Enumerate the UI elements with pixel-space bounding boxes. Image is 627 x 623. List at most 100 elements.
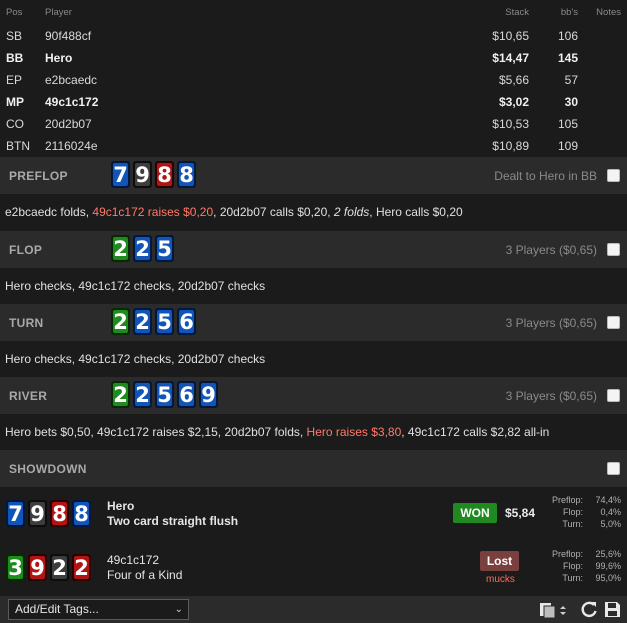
playing-card: 8 xyxy=(72,500,91,527)
player-pos: EP xyxy=(6,73,23,87)
action-line: e2bcaedc folds, 49c1c172 raises $0,20, 2… xyxy=(0,194,627,231)
player-pos: SB xyxy=(6,29,23,43)
copy-button[interactable] xyxy=(537,599,571,620)
playing-card: 5 xyxy=(155,235,174,262)
hole-cards: 7988 xyxy=(6,500,91,527)
action-text: , 20d2b07 calls $0,20, xyxy=(213,205,334,219)
copy-icon xyxy=(540,603,566,619)
col-bbs: bb's xyxy=(560,7,578,18)
player-name: Hero xyxy=(45,51,73,65)
player-stack: $10,53 xyxy=(492,117,529,131)
equity-row: Preflop: 25,6% xyxy=(531,548,621,560)
mucks-label: mucks xyxy=(486,574,515,585)
player-name: 90f488cf xyxy=(45,29,92,43)
playing-card: 6 xyxy=(177,308,196,335)
street-river: RIVER 22569 3 Players ($0,65) xyxy=(0,377,627,414)
action-text: , Hero calls $0,20 xyxy=(369,205,463,219)
board-cards: 225 xyxy=(111,235,174,262)
checkbox-icon[interactable] xyxy=(607,169,620,182)
player-pos: MP xyxy=(6,95,24,109)
playing-card: 9 xyxy=(28,500,47,527)
board-cards: 22569 xyxy=(111,381,218,408)
player-bbs: 57 xyxy=(564,73,578,87)
players-table: Pos Player Stack bb's Notes SB 90f488cf … xyxy=(0,0,627,157)
board-cards: 2256 xyxy=(111,308,196,335)
playing-card: 2 xyxy=(133,235,152,262)
checkbox-icon[interactable] xyxy=(607,316,620,329)
playing-card: 5 xyxy=(155,308,174,335)
showdown-hand-rank: Four of a Kind xyxy=(107,568,183,582)
equity-list: Preflop: 74,4% Flop: 0,4% Turn: 5,0% xyxy=(531,494,621,530)
players-header: Pos Player Stack bb's Notes xyxy=(0,0,627,26)
checkbox-icon[interactable] xyxy=(607,462,620,475)
playing-card: 9 xyxy=(28,554,47,581)
street-flop: FLOP 225 3 Players ($0,65) xyxy=(0,231,627,268)
player-stack: $14,47 xyxy=(492,51,529,65)
street-name: RIVER xyxy=(9,389,48,403)
tags-dropdown[interactable]: Add/Edit Tags... ⌄ xyxy=(8,599,189,620)
refresh-button[interactable] xyxy=(578,599,600,620)
equity-label: Preflop: xyxy=(551,549,583,559)
action-text: Hero checks, 49c1c172 checks, 20d2b07 ch… xyxy=(5,279,266,293)
player-name: 20d2b07 xyxy=(45,117,92,131)
player-pos: BTN xyxy=(6,139,30,153)
equity-list: Preflop: 25,6% Flop: 99,6% Turn: 95,0% xyxy=(531,548,621,584)
player-row[interactable]: EP e2bcaedc $5,66 57 xyxy=(0,69,627,91)
save-button[interactable] xyxy=(601,599,623,620)
action-line: Hero bets $0,50, 49c1c172 raises $2,15, … xyxy=(0,414,627,451)
player-pos: CO xyxy=(6,117,24,131)
equity-row: Turn: 5,0% xyxy=(531,518,621,530)
street-name: TURN xyxy=(9,316,44,330)
action-text: , 49c1c172 calls $2,82 all-in xyxy=(401,425,550,439)
action-text: 2 folds xyxy=(333,205,370,219)
action-text: Hero bets $0,50, 49c1c172 raises $2,15, … xyxy=(5,425,307,439)
equity-row: Flop: 0,4% xyxy=(531,506,621,518)
playing-card: 2 xyxy=(72,554,91,581)
player-bbs: 106 xyxy=(557,29,578,43)
player-stack: $10,65 xyxy=(492,29,529,43)
player-bbs: 30 xyxy=(564,95,578,109)
playing-card: 8 xyxy=(50,500,69,527)
equity-value: 95,0% xyxy=(595,573,621,583)
refresh-icon xyxy=(581,601,597,618)
equity-value: 0,4% xyxy=(600,507,621,517)
street-info: 3 Players ($0,65) xyxy=(505,316,597,330)
showdown-player: 49c1c172 xyxy=(107,553,160,567)
player-name: e2bcaedc xyxy=(45,73,98,87)
equity-row: Preflop: 74,4% xyxy=(531,494,621,506)
player-stack: $5,66 xyxy=(498,73,529,87)
player-row[interactable]: BTN 2116024e $10,89 109 xyxy=(0,135,627,157)
board-cards: 7988 xyxy=(111,161,196,188)
tags-label: Add/Edit Tags... xyxy=(15,602,99,616)
equity-row: Turn: 95,0% xyxy=(531,572,621,584)
player-bbs: 109 xyxy=(557,139,578,153)
save-icon xyxy=(605,602,620,617)
playing-card: 2 xyxy=(133,381,152,408)
player-row[interactable]: BB Hero $14,47 145 xyxy=(0,47,627,69)
playing-card: 7 xyxy=(6,500,25,527)
won-badge: WON xyxy=(453,503,497,523)
action-line: Hero checks, 49c1c172 checks, 20d2b07 ch… xyxy=(0,341,627,378)
checkbox-icon[interactable] xyxy=(607,389,620,402)
showdown-hand: 3922 49c1c172 Four of a Kind Lost mucks … xyxy=(0,541,627,595)
action-text: Hero raises $3,80 xyxy=(306,425,402,439)
player-row[interactable]: CO 20d2b07 $10,53 105 xyxy=(0,113,627,135)
playing-card: 7 xyxy=(111,161,130,188)
player-bbs: 145 xyxy=(557,51,578,65)
playing-card: 5 xyxy=(155,381,174,408)
street-name: SHOWDOWN xyxy=(9,462,87,476)
action-text: e2bcaedc folds, xyxy=(5,205,93,219)
showdown-hand-rank: Two card straight flush xyxy=(107,514,239,528)
playing-card: 6 xyxy=(177,381,196,408)
player-row[interactable]: SB 90f488cf $10,65 106 xyxy=(0,25,627,47)
playing-card: 9 xyxy=(133,161,152,188)
checkbox-icon[interactable] xyxy=(607,243,620,256)
col-notes: Notes xyxy=(596,7,621,18)
equity-value: 5,0% xyxy=(600,519,621,529)
player-row[interactable]: MP 49c1c172 $3,02 30 xyxy=(0,91,627,113)
player-stack: $3,02 xyxy=(498,95,529,109)
playing-card: 8 xyxy=(177,161,196,188)
hole-cards: 3922 xyxy=(6,554,91,581)
playing-card: 2 xyxy=(111,308,130,335)
playing-card: 9 xyxy=(199,381,218,408)
